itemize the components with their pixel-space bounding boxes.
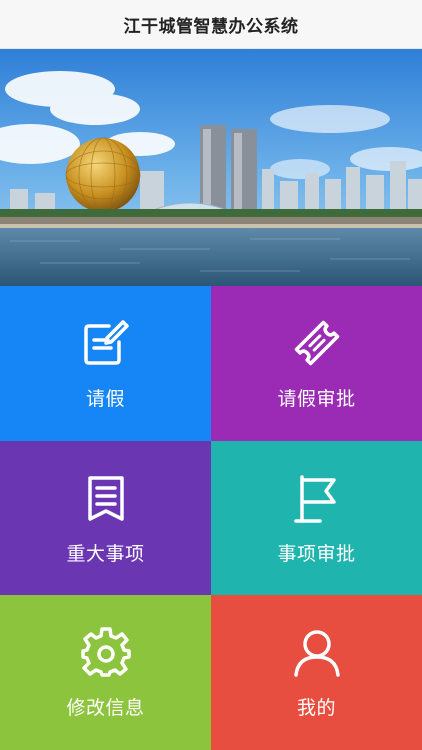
ticket-icon — [294, 320, 339, 366]
gear-icon — [80, 627, 131, 677]
menu-tile-label: 我的 — [296, 697, 336, 719]
menu-tile-edit-info[interactable]: 修改信息 — [0, 595, 211, 750]
top-navigation-bar: 江干城管智慧办公系统 — [0, 0, 422, 49]
menu-tile-label: 事项审批 — [277, 542, 356, 565]
menu-tile-label: 请假审批 — [277, 388, 356, 410]
menu-tile-leave-approval[interactable]: 请假审批 — [211, 286, 422, 441]
document-bookmark-icon — [87, 475, 124, 521]
menu-tile-label: 请假 — [85, 388, 125, 410]
user-icon — [293, 630, 340, 677]
menu-grid: 请假 请假审批 重大事项 事项审批 修改信息 我的 — [0, 286, 422, 750]
edit-note-icon — [83, 320, 129, 365]
banner-image — [0, 49, 422, 286]
menu-tile-label: 重大事项 — [66, 542, 145, 565]
city-skyline-photo — [0, 49, 422, 286]
menu-tile-matter-approval[interactable]: 事项审批 — [211, 441, 422, 595]
page-title: 江干城管智慧办公系统 — [123, 16, 299, 37]
app-screen: 江干城管智慧办公系统 请假 请假审批 重大事项 事项审批 修改信息 我的 — [0, 0, 422, 750]
menu-tile-leave[interactable]: 请假 — [0, 286, 211, 441]
menu-tile-mine[interactable]: 我的 — [211, 595, 422, 750]
flag-icon — [293, 474, 336, 523]
menu-tile-label: 修改信息 — [66, 697, 145, 719]
menu-tile-major-matters[interactable]: 重大事项 — [0, 441, 211, 595]
